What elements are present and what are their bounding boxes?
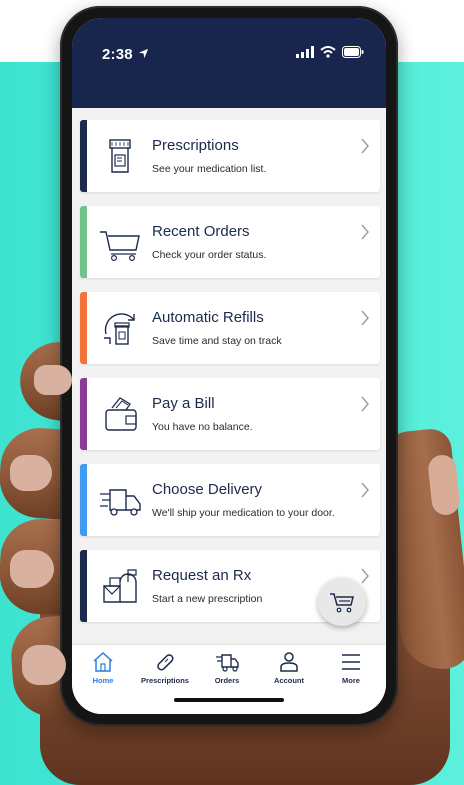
refill-icon	[104, 313, 135, 345]
menu-icon	[342, 654, 360, 670]
bottom-tab-bar: Home Prescriptions Orders Account More	[72, 644, 386, 714]
menu-item-accent	[80, 550, 87, 622]
menu-item-subtitle: We'll ship your medication to your door.	[152, 507, 335, 519]
wallet-icon	[105, 397, 137, 431]
menu-item-accent	[80, 206, 87, 278]
pill-icon	[157, 654, 174, 671]
menu-item-accent	[80, 464, 87, 536]
fingernail	[10, 550, 54, 588]
tab-label: Prescriptions	[141, 676, 189, 685]
menu-item-title: Request an Rx	[152, 567, 252, 584]
chevron-right-icon	[361, 310, 369, 326]
wifi-icon	[320, 46, 336, 58]
menu-item-pay-a-bill[interactable]: Pay a Bill You have no balance.	[80, 378, 380, 450]
fingernail	[22, 645, 66, 685]
signal-icon	[296, 46, 314, 58]
phone-frame: 2:38 Prescriptions See your medication l…	[60, 6, 398, 726]
tab-home[interactable]: Home	[72, 651, 134, 693]
location-arrow-icon	[138, 48, 149, 59]
status-icons	[296, 46, 364, 58]
home-icon	[93, 651, 113, 672]
home-indicator	[174, 698, 284, 702]
battery-icon	[342, 46, 364, 58]
delivery-truck-icon	[100, 489, 141, 516]
menu-item-automatic-refills[interactable]: Automatic Refills Save time and stay on …	[80, 292, 380, 364]
menu-list: Prescriptions See your medication list. …	[80, 120, 380, 636]
menu-item-subtitle: Check your order status.	[152, 249, 267, 261]
chevron-right-icon	[361, 568, 369, 584]
tab-account[interactable]: Account	[258, 651, 320, 693]
menu-item-prescriptions[interactable]: Prescriptions See your medication list.	[80, 120, 380, 192]
phone-screen: 2:38 Prescriptions See your medication l…	[72, 18, 386, 714]
fingernail	[10, 455, 52, 491]
fingernail	[34, 365, 72, 395]
menu-item-subtitle: See your medication list.	[152, 163, 267, 175]
menu-item-choose-delivery[interactable]: Choose Delivery We'll ship your medicati…	[80, 464, 380, 536]
menu-item-title: Pay a Bill	[152, 395, 215, 412]
tab-label: Home	[92, 676, 114, 685]
tab-orders[interactable]: Orders	[196, 651, 258, 693]
tab-prescriptions[interactable]: Prescriptions	[134, 651, 196, 693]
person-icon	[280, 652, 298, 672]
chevron-right-icon	[361, 138, 369, 154]
menu-item-subtitle: Start a new prescription	[152, 593, 263, 605]
shopping-cart-icon	[100, 231, 140, 261]
menu-item-accent	[80, 378, 87, 450]
truck-icon	[216, 654, 239, 672]
menu-item-recent-orders[interactable]: Recent Orders Check your order status.	[80, 206, 380, 278]
prescription-bottle-icon	[109, 139, 131, 173]
tab-label: More	[342, 676, 360, 685]
tab-label: Account	[274, 676, 304, 685]
chevron-right-icon	[361, 482, 369, 498]
mailbox-icon	[103, 569, 137, 603]
cart-button[interactable]	[318, 578, 366, 626]
menu-item-accent	[80, 292, 87, 364]
tab-label: Orders	[214, 676, 240, 685]
cart-icon	[330, 593, 354, 613]
menu-item-title: Choose Delivery	[152, 481, 263, 498]
menu-item-title: Automatic Refills	[152, 309, 264, 326]
menu-item-title: Prescriptions	[152, 137, 239, 154]
menu-item-accent	[80, 120, 87, 192]
tab-more[interactable]: More	[320, 651, 382, 693]
menu-item-title: Recent Orders	[152, 223, 250, 240]
status-bar: 2:38	[72, 18, 386, 108]
status-time: 2:38	[102, 46, 133, 63]
menu-item-subtitle: Save time and stay on track	[152, 335, 282, 347]
chevron-right-icon	[361, 396, 369, 412]
chevron-right-icon	[361, 224, 369, 240]
menu-item-subtitle: You have no balance.	[152, 421, 253, 433]
